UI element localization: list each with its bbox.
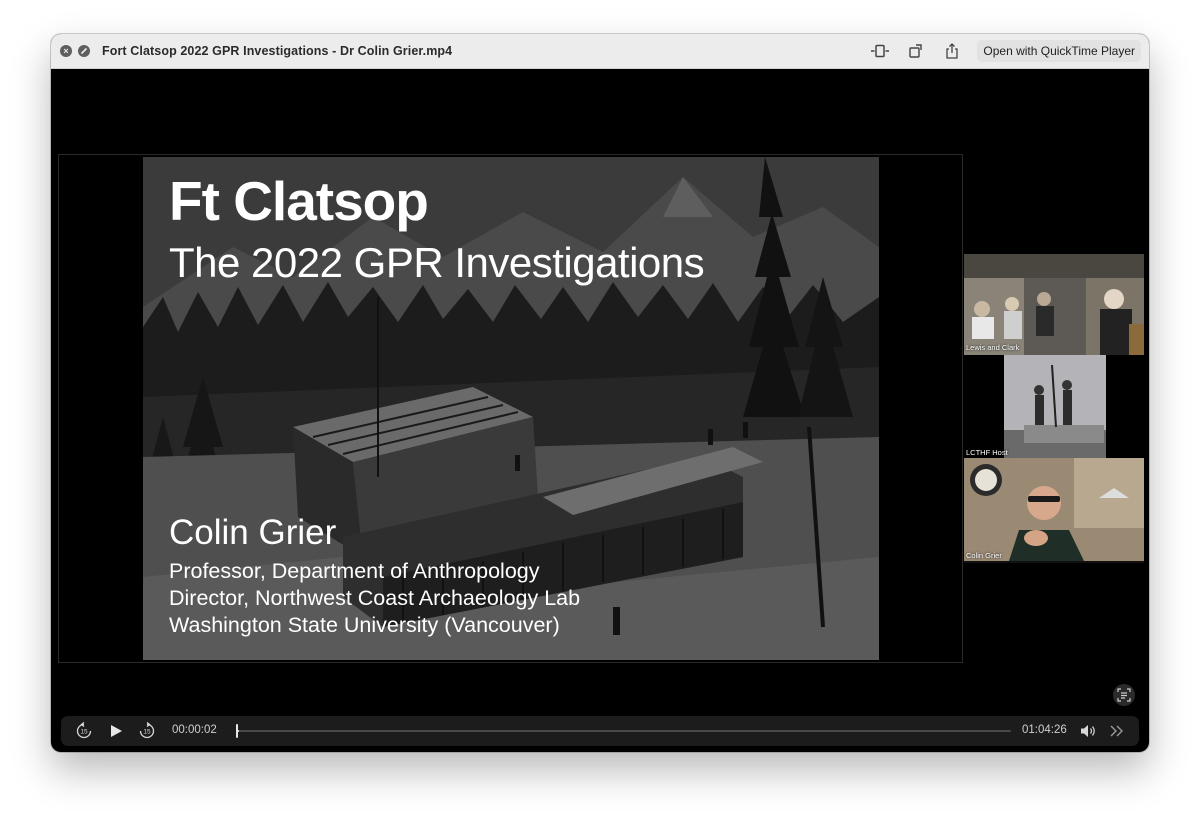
presentation-slide: Ft Clatsop The 2022 GPR Investigations C… [143,157,879,660]
trim-icon[interactable] [869,41,891,61]
window-controls: × [60,45,90,57]
more-controls-button[interactable] [1106,716,1128,746]
room-video [964,254,1144,355]
participant-tile-lewis-and-clark[interactable]: Lewis and Clark [964,254,1144,355]
video-window: × Fort Clatsop 2022 GPR Investigations -… [51,34,1149,752]
close-icon[interactable]: × [60,45,72,57]
slide-title: Ft Clatsop [169,170,429,232]
video-area[interactable]: Ft Clatsop The 2022 GPR Investigations C… [56,69,1144,747]
play-button[interactable] [105,716,127,746]
skip-forward-label: 15 [143,729,151,736]
speaker-video [964,458,1144,561]
presenter-university: Washington State University (Vancouver) [169,613,560,637]
double-chevron-right-icon [1110,725,1123,737]
participant-label: LCTHF Host [966,448,1008,457]
play-icon [111,725,122,737]
minimize-icon[interactable] [78,45,90,57]
participant-label: Colin Grier [966,551,1002,560]
skip-back-15-icon: 15 [76,722,92,739]
participant-tile-lcthf-host[interactable]: LCTHF Host [964,355,1144,458]
skip-back-button[interactable]: 15 [73,716,95,746]
skip-forward-button[interactable]: 15 [136,716,158,746]
presenter-role: Professor, Department of Anthropology [169,559,540,583]
host-video [1004,355,1106,458]
scrubber-track[interactable] [238,730,1011,732]
participant-gallery: Lewis and Clark LCTHF Host Colin Grier [964,254,1144,563]
open-with-quicktime-button[interactable]: Open with QuickTime Player [977,40,1141,62]
title-bar: × Fort Clatsop 2022 GPR Investigations -… [51,34,1149,69]
presenter-name: Colin Grier [169,513,337,552]
share-icon[interactable] [941,41,963,61]
current-time: 00:00:02 [172,724,217,736]
skip-forward-15-icon: 15 [139,722,155,739]
playback-controls: 15 15 00:00:02 01:04:26 [61,716,1139,746]
titlebar-actions: Open with QuickTime Player [869,40,1141,62]
live-text-button[interactable] [1113,684,1135,706]
presenter-lab: Director, Northwest Coast Archaeology La… [169,586,581,610]
volume-button[interactable] [1078,716,1100,746]
skip-back-label: 15 [80,729,88,736]
scrubber-handle[interactable] [236,724,238,738]
participant-tile-colin-grier[interactable]: Colin Grier [964,458,1144,561]
participant-label: Lewis and Clark [966,343,1020,352]
total-time: 01:04:26 [1022,724,1067,736]
live-text-icon [1117,688,1131,702]
window-title: Fort Clatsop 2022 GPR Investigations - D… [102,44,453,58]
rotate-icon[interactable] [905,41,927,61]
shared-screen: Ft Clatsop The 2022 GPR Investigations C… [58,154,963,663]
slide-subtitle: The 2022 GPR Investigations [169,239,705,286]
speaker-icon [1081,725,1095,737]
